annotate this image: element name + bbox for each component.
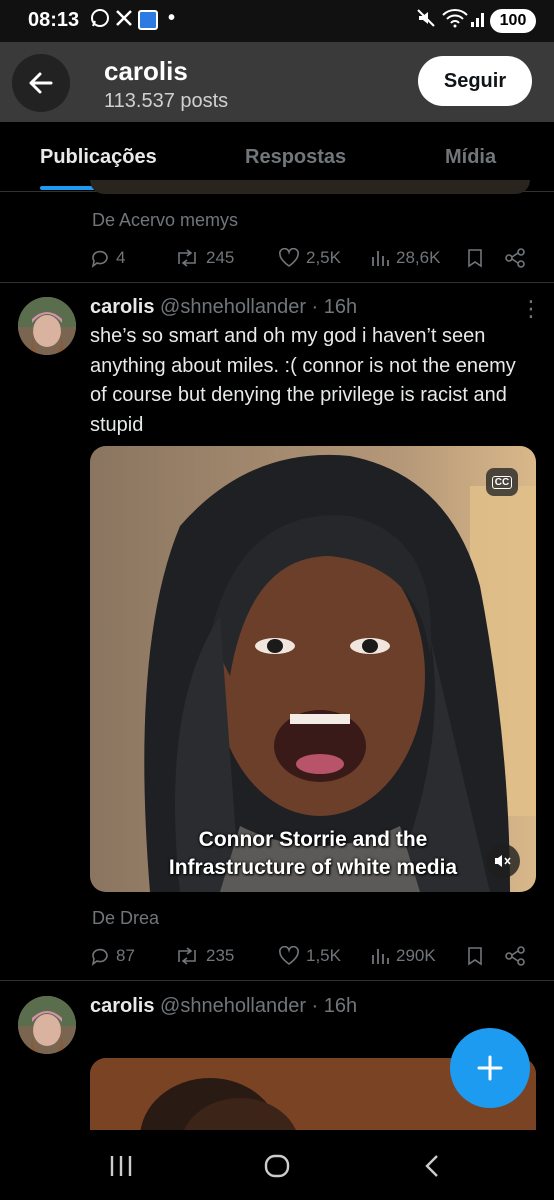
author-name: carolis bbox=[90, 296, 155, 318]
reply-icon bbox=[91, 948, 108, 966]
tab-midia[interactable]: Mídia bbox=[445, 146, 496, 169]
attribution-text: De Drea bbox=[92, 908, 160, 928]
mute-icon bbox=[416, 8, 436, 34]
tab-respostas[interactable]: Respostas bbox=[245, 146, 346, 169]
avatar[interactable] bbox=[18, 996, 76, 1054]
system-nav-bar bbox=[0, 1130, 554, 1200]
reply-count: 4 bbox=[116, 248, 126, 267]
tab-publicacoes[interactable]: Publicações bbox=[40, 146, 157, 169]
post-author[interactable]: carolis @shnehollander · 16h bbox=[90, 296, 357, 319]
bookmark-button[interactable] bbox=[466, 946, 484, 966]
views-count: 290K bbox=[396, 946, 436, 965]
battery-indicator: 100 bbox=[490, 9, 536, 33]
whatsapp-icon bbox=[90, 8, 110, 34]
bookmark-icon bbox=[468, 249, 482, 268]
status-bar: 08:13 • 100 bbox=[0, 0, 554, 42]
share-button[interactable] bbox=[504, 248, 526, 268]
cc-icon: CC bbox=[491, 475, 513, 489]
share-icon bbox=[505, 946, 525, 966]
repost-count: 245 bbox=[206, 248, 235, 267]
recent-apps-icon bbox=[110, 1156, 132, 1176]
x-app-icon bbox=[114, 8, 134, 34]
arrow-left-icon bbox=[29, 72, 53, 94]
status-time: 08:13 bbox=[28, 9, 80, 31]
home-icon bbox=[264, 1154, 290, 1178]
post-author[interactable]: carolis @shnehollander · 16h bbox=[90, 995, 357, 1018]
repost-count: 235 bbox=[206, 946, 235, 965]
home-button[interactable] bbox=[264, 1154, 290, 1183]
recent-apps-button[interactable] bbox=[108, 1154, 134, 1183]
dot-icon: • bbox=[168, 7, 176, 29]
author-name: carolis bbox=[90, 995, 155, 1017]
views-button[interactable]: 28,6K bbox=[370, 248, 440, 268]
bookmark-button[interactable] bbox=[466, 248, 484, 268]
heart-icon bbox=[279, 248, 299, 267]
video-caption-line-2: Infrastructure of white media bbox=[168, 856, 458, 879]
previous-post-media[interactable] bbox=[90, 180, 530, 194]
post-divider bbox=[0, 282, 554, 283]
attribution-text: De Acervo memys bbox=[92, 210, 239, 230]
video-caption-line-1: Connor Storrie and the bbox=[198, 828, 428, 851]
reply-icon bbox=[91, 250, 108, 268]
like-button[interactable]: 1,5K bbox=[278, 946, 341, 966]
follow-button[interactable]: Seguir bbox=[418, 56, 532, 106]
compose-button[interactable] bbox=[450, 1028, 530, 1108]
avatar-image bbox=[18, 297, 76, 355]
views-button[interactable]: 290K bbox=[370, 946, 436, 966]
chevron-left-icon bbox=[425, 1155, 438, 1177]
nav-back-button[interactable] bbox=[422, 1154, 442, 1183]
wifi-icon bbox=[442, 8, 468, 34]
profile-name: carolis bbox=[104, 56, 188, 86]
share-button[interactable] bbox=[504, 946, 526, 966]
bookmark-icon bbox=[468, 947, 482, 966]
signal-icon bbox=[470, 8, 486, 34]
reply-button[interactable]: 4 bbox=[90, 248, 125, 268]
profile-header: carolis 113.537 posts Seguir bbox=[0, 42, 554, 122]
views-icon bbox=[372, 949, 389, 964]
app-notification-icon bbox=[138, 10, 158, 30]
reply-button[interactable]: 87 bbox=[90, 946, 135, 966]
volume-off-icon bbox=[495, 855, 511, 867]
like-count: 2,5K bbox=[306, 248, 341, 267]
post-text: she’s so smart and oh my god i haven’t s… bbox=[90, 325, 516, 436]
like-button[interactable]: 2,5K bbox=[278, 248, 341, 268]
video-frame bbox=[90, 446, 536, 892]
repost-icon bbox=[178, 947, 196, 965]
heart-icon bbox=[279, 946, 299, 965]
post-count: 113.537 posts bbox=[104, 90, 229, 112]
repost-icon bbox=[178, 249, 196, 267]
avatar-image bbox=[18, 996, 76, 1054]
views-count: 28,6K bbox=[396, 248, 441, 267]
author-handle-time: @shnehollander · 16h bbox=[160, 296, 358, 318]
avatar[interactable] bbox=[18, 297, 76, 355]
captions-button[interactable]: CC bbox=[486, 468, 518, 496]
views-icon bbox=[372, 251, 389, 266]
author-handle-time: @shnehollander · 16h bbox=[160, 995, 358, 1017]
mute-video-button[interactable] bbox=[486, 844, 520, 878]
like-count: 1,5K bbox=[306, 946, 341, 965]
back-button[interactable] bbox=[12, 54, 70, 112]
more-options-button[interactable]: ⋮ bbox=[520, 296, 543, 322]
reply-count: 87 bbox=[116, 946, 135, 965]
share-icon bbox=[505, 248, 525, 268]
repost-button[interactable]: 235 bbox=[174, 946, 234, 966]
plus-icon bbox=[477, 1055, 503, 1081]
repost-button[interactable]: 245 bbox=[174, 248, 234, 268]
post-divider bbox=[0, 980, 554, 981]
post-video[interactable]: CC Connor Storrie and the Infrastructure… bbox=[90, 446, 536, 892]
